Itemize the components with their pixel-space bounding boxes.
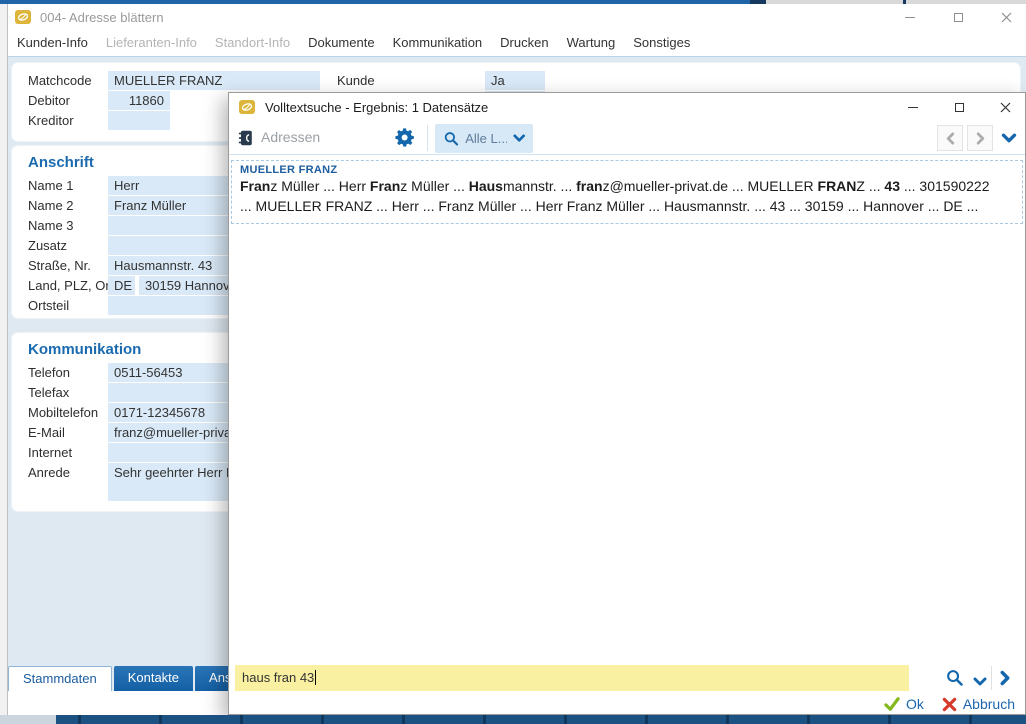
result-item[interactable]: MUELLER FRANZ Franz Müller ... Herr Fran… [231, 160, 1023, 224]
search-results-area: MUELLER FRANZ Franz Müller ... Herr Fran… [229, 156, 1025, 664]
matchcode-label: Matchcode [28, 73, 92, 88]
dialog-window-controls [907, 93, 1011, 121]
land-field[interactable]: DE [108, 276, 135, 295]
menu-kommunikation[interactable]: Kommunikation [384, 30, 492, 56]
app-logo-icon [239, 100, 255, 114]
debitor-label: Debitor [28, 93, 70, 108]
name3-label: Name 3 [28, 218, 74, 233]
toolbar-divider [427, 125, 428, 151]
abbruch-button[interactable]: Abbruch [942, 696, 1015, 712]
anrede-label: Anrede [28, 465, 70, 480]
telefax-label: Telefax [28, 385, 69, 400]
telefon-label: Telefon [28, 365, 70, 380]
close-icon[interactable] [999, 101, 1011, 113]
maximize-icon[interactable] [952, 11, 964, 23]
menu-sonstiges[interactable]: Sonstiges [624, 30, 699, 56]
chevron-down-icon [513, 134, 525, 143]
debitor-field[interactable]: 11860 [108, 91, 170, 110]
x-icon [942, 697, 957, 712]
menu-drucken[interactable]: Drucken [491, 30, 557, 56]
search-row-divider [991, 666, 992, 690]
minimize-icon[interactable] [907, 101, 919, 113]
chevron-right-icon[interactable] [999, 670, 1011, 691]
ok-label: Ok [906, 696, 924, 712]
chevron-right-icon [975, 132, 986, 145]
main-window-title: 004- Adresse blättern [40, 10, 164, 25]
name2-label: Name 2 [28, 198, 74, 213]
menu-wartung[interactable]: Wartung [558, 30, 625, 56]
kunde-field[interactable]: Ja [485, 71, 545, 90]
menu-lieferanten-info: Lieferanten-Info [97, 30, 206, 56]
search-input[interactable]: haus fran 43 [235, 665, 909, 691]
main-titlebar: 004- Adresse blättern [8, 4, 1026, 30]
previous-result-button[interactable] [937, 125, 963, 151]
abbruch-label: Abbruch [963, 696, 1015, 712]
check-icon [884, 697, 900, 711]
kreditor-field[interactable] [108, 111, 170, 130]
app-logo-icon [15, 10, 31, 24]
menubar: Kunden-Info Lieferanten-Info Standort-In… [8, 30, 1026, 56]
menu-dokumente[interactable]: Dokumente [299, 30, 383, 56]
email-label: E-Mail [28, 425, 65, 440]
maximize-icon[interactable] [953, 101, 965, 113]
chevron-left-icon [945, 132, 956, 145]
minimize-icon[interactable] [904, 11, 916, 23]
ok-button[interactable]: Ok [884, 696, 924, 712]
text-caret [315, 670, 316, 685]
next-result-button[interactable] [967, 125, 993, 151]
expand-icon[interactable] [1001, 131, 1017, 149]
menu-kunden-info[interactable]: Kunden-Info [8, 30, 97, 56]
main-window-controls [904, 4, 1012, 30]
dialog-toolbar: Adressen Alle L... [229, 121, 1025, 155]
search-scope-label: Alle L... [465, 131, 506, 146]
land-plz-ort-label: Land, PLZ, Ort [28, 278, 113, 293]
chevron-down-icon[interactable] [973, 674, 987, 692]
result-match-line-2: ... MUELLER FRANZ ... Herr ... Franz Mül… [240, 196, 1014, 216]
tab-stammdaten[interactable]: Stammdaten [8, 666, 112, 691]
search-context-label: Adressen [261, 129, 320, 145]
close-icon[interactable] [1000, 11, 1012, 23]
search-input-row: haus fran 43 [229, 664, 1025, 692]
search-scope-dropdown[interactable]: Alle L... [435, 124, 533, 153]
ortsteil-label: Ortsteil [28, 298, 69, 313]
mobiltelefon-label: Mobiltelefon [28, 405, 98, 420]
gear-icon[interactable] [395, 127, 416, 153]
chevron-down-icon [1001, 133, 1017, 144]
background-window-left-edge [0, 4, 8, 715]
dialog-title: Volltextsuche - Ergebnis: 1 Datensätze [265, 100, 488, 115]
result-header: MUELLER FRANZ [240, 164, 1014, 176]
address-book-icon [237, 129, 254, 152]
dialog-buttons: Ok Abbruch [229, 693, 1025, 715]
result-match-line-1: Franz Müller ... Herr Franz Müller ... H… [240, 176, 1014, 196]
internet-label: Internet [28, 445, 72, 460]
strasse-label: Straße, Nr. [28, 258, 91, 273]
menu-standort-info: Standort-Info [206, 30, 299, 56]
dialog-titlebar: Volltextsuche - Ergebnis: 1 Datensätze [229, 93, 1025, 121]
kommunikation-header: Kommunikation [28, 341, 141, 358]
background-taskbar [0, 715, 1026, 724]
kunde-label: Kunde [337, 73, 375, 88]
anschrift-header: Anschrift [28, 154, 94, 171]
name1-label: Name 1 [28, 178, 74, 193]
kreditor-label: Kreditor [28, 113, 74, 128]
search-icon[interactable] [945, 668, 964, 692]
taskbar-left-segment [0, 715, 56, 724]
matchcode-field[interactable]: MUELLER FRANZ [108, 71, 320, 90]
volltextsuche-dialog: Volltextsuche - Ergebnis: 1 Datensätze A… [228, 92, 1026, 715]
screen: 004- Adresse blättern Kunden-Info Liefer… [0, 0, 1026, 724]
tab-kontakte[interactable]: Kontakte [114, 666, 193, 691]
search-icon [443, 130, 459, 147]
zusatz-label: Zusatz [28, 238, 67, 253]
